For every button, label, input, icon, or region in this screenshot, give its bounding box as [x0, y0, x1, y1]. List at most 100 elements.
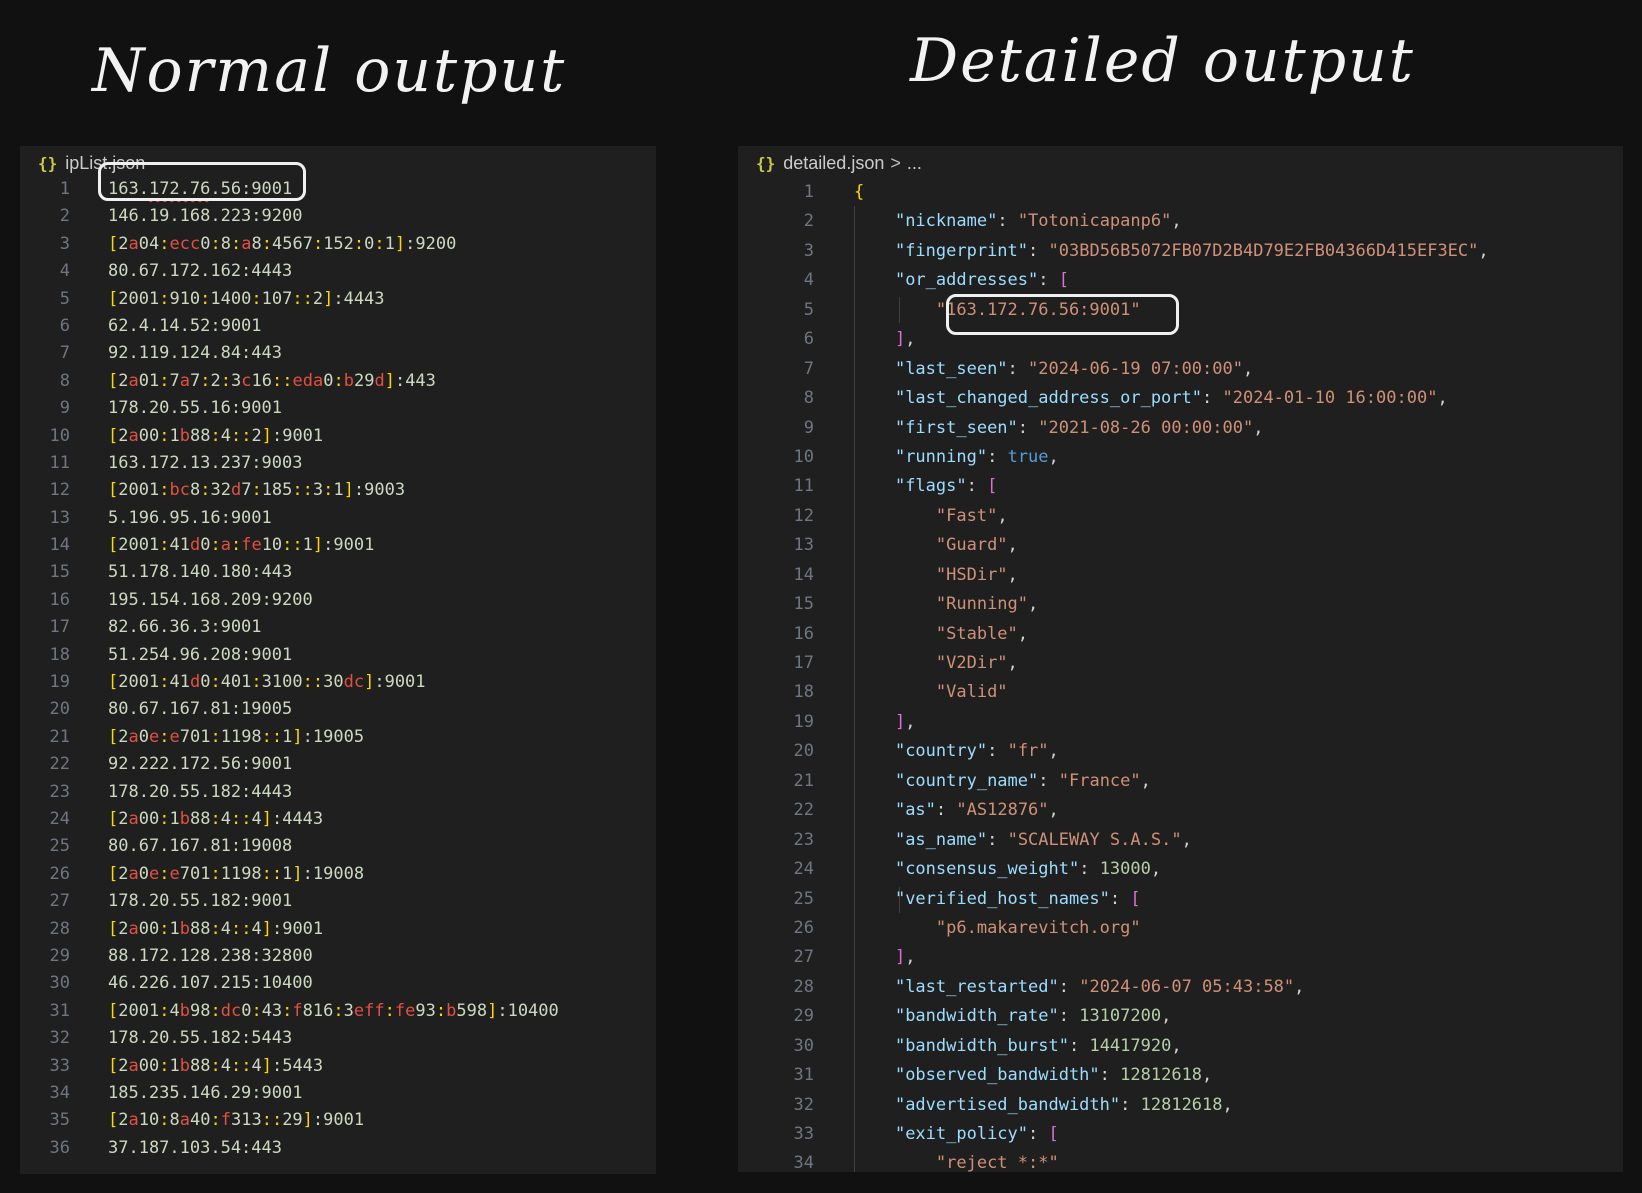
line-number: 24 — [793, 859, 814, 880]
code-line[interactable]: 32 "advertised_bandwidth": 12812618, — [738, 1091, 1623, 1120]
code-line[interactable]: 33 [2a00:1b88:4::4]:5443 — [20, 1053, 656, 1080]
code-line[interactable]: 2 "nickname": "Totonicapanp6", — [738, 207, 1623, 236]
code-line[interactable]: 21 "country_name": "France", — [738, 767, 1623, 796]
code-line[interactable]: 13 "Guard", — [738, 531, 1623, 560]
code-line[interactable]: 31 [2001:4b98:dc0:43:f816:3eff:fe93:b598]… — [20, 998, 656, 1025]
code-line[interactable]: 19 [2001:41d0:401:3100::30dc]:9001 — [20, 669, 656, 696]
line-number: 14 — [49, 535, 70, 556]
code-line[interactable]: 14 [2001:41d0:a:fe10::1]:9001 — [20, 532, 656, 559]
code-line-text: [2a00:1b88:4::4]:4443 — [108, 808, 324, 829]
line-number: 27 — [49, 891, 70, 912]
code-line[interactable]: 32 178.20.55.182:5443 — [20, 1025, 656, 1052]
code-line[interactable]: 26 [2a0e:e701:1198::1]:19008 — [20, 861, 656, 888]
code-line-text: [2a01:7a7:2:3c16::eda0:b29d]:443 — [108, 370, 436, 391]
code-line[interactable]: 24 [2a00:1b88:4::4]:4443 — [20, 806, 656, 833]
line-number: 2 — [59, 206, 70, 227]
code-line[interactable]: 15 51.178.140.180:443 — [20, 559, 656, 586]
code-line[interactable]: 7 92.119.124.84:443 — [20, 340, 656, 367]
code-line[interactable]: 12 [2001:bc8:32d7:185::3:1]:9003 — [20, 477, 656, 504]
editor-panel-detailed[interactable]: {} detailed.json > ... 1{2 "nickname": "… — [738, 146, 1623, 1172]
code-line[interactable]: 29 "bandwidth_rate": 13107200, — [738, 1002, 1623, 1031]
code-line[interactable]: 25 "verified_host_names": [ — [738, 885, 1623, 914]
code-line[interactable]: 1{ — [738, 178, 1623, 207]
code-line-text: 178.20.55.182:9001 — [108, 891, 293, 912]
code-line[interactable]: 18 "Valid" — [738, 678, 1623, 707]
code-line[interactable]: 13 5.196.95.16:9001 — [20, 505, 656, 532]
code-area[interactable]: 1 163.172.76.56:9001 2 146.19.168.223:9200 3… — [20, 176, 656, 1162]
code-line[interactable]: 3 "fingerprint": "03BD56B5072FB07D2B4D79… — [738, 237, 1623, 266]
code-line[interactable]: 6 62.4.14.52:9001 — [20, 313, 656, 340]
code-line[interactable]: 18 51.254.96.208:9001 — [20, 642, 656, 669]
line-number: 17 — [49, 617, 70, 638]
code-line[interactable]: 22 92.222.172.56:9001 — [20, 751, 656, 778]
line-number: 21 — [49, 726, 70, 747]
code-line[interactable]: 27 ], — [738, 943, 1623, 972]
code-line[interactable]: 5 "163.172.76.56:9001" — [738, 296, 1623, 325]
code-line[interactable]: 33 "exit_policy": [ — [738, 1120, 1623, 1149]
code-line[interactable]: 17 "V2Dir", — [738, 649, 1623, 678]
code-line[interactable]: 3 [2a04:ecc0:8:a8:4567:152:0:1]:9200 — [20, 231, 656, 258]
code-line[interactable]: 2 146.19.168.223:9200 — [20, 203, 656, 230]
code-line[interactable]: 11 163.172.13.237:9003 — [20, 450, 656, 477]
code-line[interactable]: 36 37.187.103.54:443 — [20, 1135, 656, 1162]
code-line[interactable]: 34 "reject *:*" — [738, 1149, 1623, 1172]
code-area[interactable]: 1{2 "nickname": "Totonicapanp6", 3 "finge… — [738, 178, 1623, 1172]
code-line[interactable]: 17 82.66.36.3:9001 — [20, 614, 656, 641]
code-line[interactable]: 15 "Running", — [738, 590, 1623, 619]
code-line[interactable]: 10 "running": true, — [738, 443, 1623, 472]
code-line[interactable]: 8 [2a01:7a7:2:3c16::eda0:b29d]:443 — [20, 368, 656, 395]
code-line[interactable]: 11 "flags": [ — [738, 472, 1623, 501]
code-line[interactable]: 23 "as_name": "SCALEWAY S.A.S.", — [738, 826, 1623, 855]
code-line[interactable]: 4 80.67.172.162:4443 — [20, 258, 656, 285]
code-line[interactable]: 24 "consensus_weight": 13000, — [738, 855, 1623, 884]
code-line[interactable]: 34 185.235.146.29:9001 — [20, 1080, 656, 1107]
code-line[interactable]: 27 178.20.55.182:9001 — [20, 888, 656, 915]
line-number: 28 — [49, 918, 70, 939]
code-line[interactable]: 14 "HSDir", — [738, 561, 1623, 590]
line-number: 26 — [49, 863, 70, 884]
line-number: 33 — [793, 1124, 814, 1144]
line-number: 30 — [793, 1035, 814, 1056]
code-line-text: 163.172.13.237:9003 — [108, 452, 303, 473]
code-line[interactable]: 6 ], — [738, 325, 1623, 354]
code-line-text: [2a0e:e701:1198::1]:19005 — [108, 726, 365, 747]
editor-panel-iplist[interactable]: {} ipList.json 1 163.172.76.56:9001 2 146.1… — [20, 146, 656, 1174]
code-line[interactable]: 8 "last_changed_address_or_port": "2024-… — [738, 384, 1623, 413]
code-line[interactable]: 16 195.154.168.209:9200 — [20, 587, 656, 614]
code-line[interactable]: 22 "as": "AS12876", — [738, 796, 1623, 825]
code-line[interactable]: 9 178.20.55.16:9001 — [20, 395, 656, 422]
code-line[interactable]: 9 "first_seen": "2021-08-26 00:00:00", — [738, 414, 1623, 443]
code-line[interactable]: 26 "p6.makarevitch.org" — [738, 914, 1623, 943]
code-line[interactable]: 23 178.20.55.182:4443 — [20, 779, 656, 806]
line-number: 15 — [49, 562, 70, 583]
code-line[interactable]: 10 [2a00:1b88:4::2]:9001 — [20, 423, 656, 450]
code-line[interactable]: 31 "observed_bandwidth": 12812618, — [738, 1061, 1623, 1090]
line-number: 1 — [59, 179, 70, 199]
code-line-text: "nickname": "Totonicapanp6", — [894, 211, 1182, 232]
code-line[interactable]: 20 "country": "fr", — [738, 737, 1623, 766]
code-line[interactable]: 12 "Fast", — [738, 502, 1623, 531]
code-line[interactable]: 35 [2a10:8a40:f313::29]:9001 — [20, 1107, 656, 1134]
code-line-text: "V2Dir", — [935, 653, 1018, 673]
code-line[interactable]: 7 "last_seen": "2024-06-19 07:00:00", — [738, 355, 1623, 384]
code-line[interactable]: 25 80.67.167.81:19008 — [20, 833, 656, 860]
code-line[interactable]: 28 "last_restarted": "2024-06-07 05:43:5… — [738, 973, 1623, 1002]
code-line[interactable]: 29 88.172.128.238:32800 — [20, 943, 656, 970]
code-line[interactable]: 4 "or_addresses": [ — [738, 266, 1623, 295]
code-line[interactable]: 16 "Stable", — [738, 620, 1623, 649]
code-line[interactable]: 5 [2001:910:1400:107::2]:4443 — [20, 286, 656, 313]
line-number: 18 — [49, 644, 70, 665]
code-line[interactable]: 21 [2a0e:e701:1198::1]:19005 — [20, 724, 656, 751]
breadcrumb-more[interactable]: ... — [907, 153, 922, 174]
code-line-text: "Stable", — [935, 623, 1029, 644]
code-line-text: 88.172.128.238:32800 — [108, 945, 313, 966]
editor-tab-detailed[interactable]: {} detailed.json > ... — [756, 152, 922, 174]
code-line[interactable]: 19 ], — [738, 708, 1623, 737]
line-number: 5 — [59, 288, 70, 309]
code-line[interactable]: 28 [2a00:1b88:4::4]:9001 — [20, 916, 656, 943]
code-line[interactable]: 30 "bandwidth_burst": 14417920, — [738, 1032, 1623, 1061]
code-line[interactable]: 30 46.226.107.215:10400 — [20, 970, 656, 997]
code-line-text: "country_name": "France", — [894, 770, 1151, 791]
code-line[interactable]: 20 80.67.167.81:19005 — [20, 696, 656, 723]
code-line-text: [2a0e:e701:1198::1]:19008 — [108, 863, 365, 884]
